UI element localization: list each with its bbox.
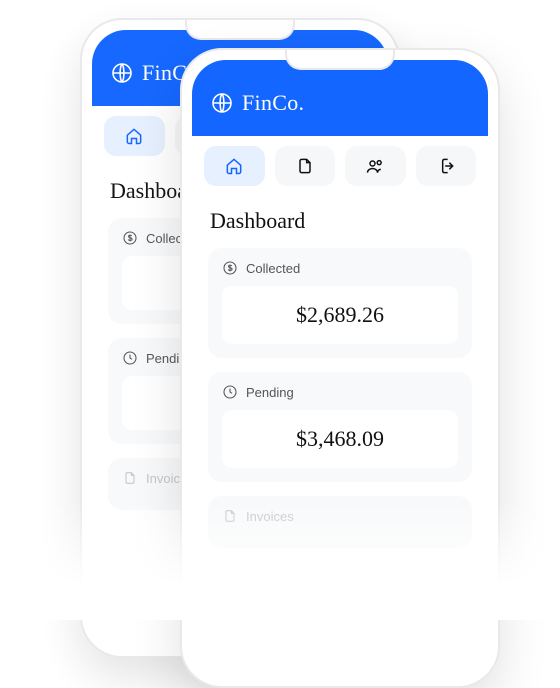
nav-bar — [192, 136, 488, 192]
card-label: Collected — [246, 261, 300, 276]
app-header: FinCo. — [192, 60, 488, 136]
logout-icon — [436, 156, 456, 176]
screen: FinCo. Dashboard — [192, 60, 488, 676]
card-label: Pending — [246, 385, 294, 400]
globe-icon — [110, 61, 134, 85]
phone-notch — [285, 50, 395, 70]
card-invoices: Invoices — [208, 496, 472, 548]
phone-device-front: FinCo. Dashboard — [180, 48, 500, 688]
nav-home[interactable] — [204, 146, 265, 186]
clock-icon — [222, 384, 238, 400]
invoices-icon — [222, 508, 238, 524]
documents-icon — [295, 156, 315, 176]
home-icon — [124, 126, 144, 146]
nav-logout[interactable] — [416, 146, 477, 186]
dollar-icon — [222, 260, 238, 276]
amount-collected: $2,689.26 — [222, 286, 458, 344]
page-title: Dashboard — [210, 208, 472, 234]
card-pending: Pending $3,468.09 — [208, 372, 472, 482]
content-area: Dashboard Collected $2,689.26 Pending $3… — [192, 192, 488, 578]
clock-icon — [122, 350, 138, 366]
nav-users[interactable] — [345, 146, 406, 186]
card-collected: Collected $2,689.26 — [208, 248, 472, 358]
nav-home[interactable] — [104, 116, 165, 156]
card-label: Invoices — [246, 509, 294, 524]
nav-docs[interactable] — [275, 146, 336, 186]
globe-icon — [210, 91, 234, 115]
users-icon — [365, 156, 385, 176]
invoices-icon — [122, 470, 138, 486]
home-icon — [224, 156, 244, 176]
phone-notch — [185, 20, 295, 40]
brand-name: FinCo. — [242, 90, 304, 116]
amount-pending: $3,468.09 — [222, 410, 458, 468]
dollar-icon — [122, 230, 138, 246]
